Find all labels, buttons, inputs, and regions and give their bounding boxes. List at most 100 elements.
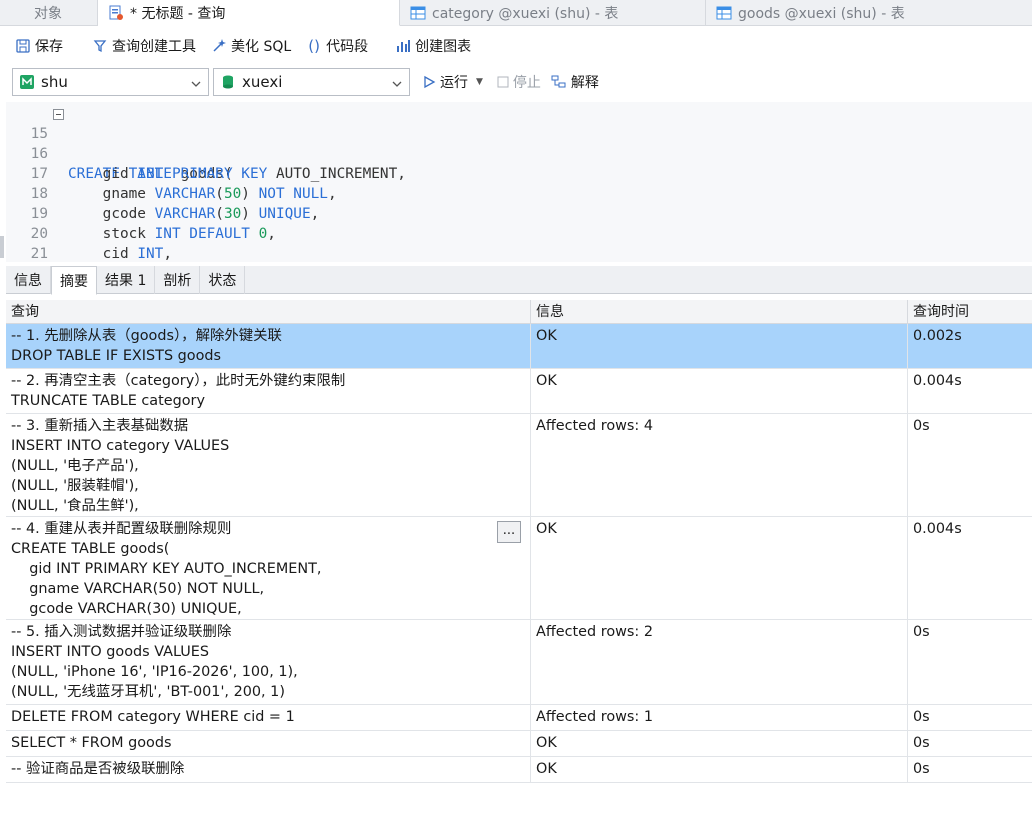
run-dropdown-icon[interactable]: ▼ (476, 77, 483, 87)
database-select[interactable]: xuexi (213, 68, 410, 96)
mysql-connection-icon (19, 74, 35, 90)
connection-value: shu (41, 73, 68, 91)
connection-bar: shu xuexi 运行 ▼ 停止 解释 (0, 66, 1032, 98)
time-cell[interactable]: 0s (908, 414, 1032, 516)
tab-untitled-query[interactable]: * 无标题 - 查询 (98, 0, 400, 26)
editor-line: 18 gcode VARCHAR(30) UNIQUE, (6, 164, 1032, 222)
explain-label: 解释 (570, 75, 599, 91)
info-cell[interactable]: Affected rows: 2 (531, 620, 908, 704)
time-cell[interactable]: 0.004s (908, 369, 1032, 413)
time-cell[interactable]: 0s (908, 731, 1032, 756)
grid-header: 查询 信息 查询时间 (6, 300, 1032, 324)
table-row[interactable]: DELETE FROM category WHERE cid = 1 Affec… (6, 705, 1032, 731)
query-builder-label: 查询创建工具 (112, 39, 196, 55)
tab-category-label: category @xuexi (shu) - 表 (432, 6, 619, 22)
query-builder-icon (91, 37, 109, 55)
save-label: 保存 (35, 39, 63, 55)
splitter-handle[interactable] (0, 236, 4, 258)
query-builder-button[interactable]: 查询创建工具 (87, 32, 200, 60)
table-row[interactable]: -- 2. 再清空主表（category），此时无外键约束限制 TRUNCATE… (6, 369, 1032, 414)
query-cell[interactable]: -- 5. 插入测试数据并验证级联删除 INSERT INTO goods VA… (6, 620, 531, 704)
table-row[interactable]: -- 验证商品是否被级联删除 OK 0s (6, 757, 1032, 783)
tab-category-table[interactable]: category @xuexi (shu) - 表 (400, 0, 706, 26)
editor-line: 15 CREATE TABLE goods( (6, 104, 1032, 182)
tab-summary[interactable]: 摘要 (51, 266, 97, 295)
column-header-time[interactable]: 查询时间 (908, 300, 1032, 324)
beautify-sql-label: 美化 SQL (231, 39, 292, 55)
tab-summary-label: 摘要 (60, 273, 88, 290)
database-value: xuexi (242, 73, 283, 91)
save-icon (14, 37, 32, 55)
tab-status-label: 状态 (208, 273, 237, 289)
tab-info-label: 信息 (14, 273, 42, 289)
info-cell[interactable]: Affected rows: 4 (531, 414, 908, 516)
editor-line: 19 stock INT DEFAULT 0, (6, 184, 1032, 242)
tab-result-1[interactable]: 结果 1 (97, 266, 156, 294)
time-cell[interactable]: 0s (908, 620, 1032, 704)
table-row[interactable]: -- 1. 先删除从表（goods），解除外键关联 DROP TABLE IF … (6, 324, 1032, 369)
editor-line: 20 cid INT, (6, 204, 1032, 262)
column-header-info[interactable]: 信息 (531, 300, 908, 324)
query-cell[interactable]: -- 3. 重新插入主表基础数据 INSERT INTO category VA… (6, 414, 531, 516)
tab-goods-table[interactable]: goods @xuexi (shu) - 表 (706, 0, 1032, 26)
info-cell[interactable]: OK (531, 757, 908, 782)
table-icon (410, 5, 426, 21)
run-label: 运行 (440, 75, 468, 91)
table-row[interactable]: -- 5. 插入测试数据并验证级联删除 INSERT INTO goods VA… (6, 620, 1032, 705)
stop-button[interactable]: 停止 (497, 68, 541, 96)
database-icon (220, 74, 236, 90)
create-chart-label: 创建图表 (415, 39, 472, 55)
play-icon (422, 75, 436, 89)
run-button[interactable]: 运行 ▼ (422, 68, 483, 96)
stop-icon (497, 76, 509, 88)
stop-label: 停止 (512, 75, 541, 91)
tab-info[interactable]: 信息 (6, 266, 51, 294)
tab-result-1-label: 结果 1 (105, 273, 147, 289)
time-cell[interactable]: 0s (908, 705, 1032, 730)
table-row[interactable]: -- 3. 重新插入主表基础数据 INSERT INTO category VA… (6, 414, 1032, 517)
tab-profile[interactable]: 剖析 (155, 266, 201, 294)
fold-toggle-icon[interactable] (53, 109, 64, 120)
chevron-down-icon (190, 76, 202, 94)
connection-select[interactable]: shu (12, 68, 209, 96)
info-cell[interactable]: Affected rows: 1 (531, 705, 908, 730)
query-cell[interactable]: DELETE FROM category WHERE cid = 1 (6, 705, 531, 730)
query-icon (108, 5, 124, 21)
info-cell[interactable]: OK (531, 731, 908, 756)
parentheses-icon: () (308, 37, 321, 55)
expand-cell-button[interactable]: ... (497, 521, 521, 543)
info-cell[interactable]: OK (531, 324, 908, 368)
editor-line: 16 gid INT PRIMARY KEY AUTO_INCREMENT, (6, 124, 1032, 182)
code-snippet-label: 代码段 (326, 39, 369, 55)
beautify-sql-button[interactable]: 美化 SQL (206, 32, 295, 60)
save-button[interactable]: 保存 (10, 32, 67, 60)
tab-objects[interactable]: 对象 (0, 0, 98, 26)
tab-status[interactable]: 状态 (200, 266, 246, 294)
table-row[interactable]: SELECT * FROM goods OK 0s (6, 731, 1032, 757)
create-chart-button[interactable]: 创建图表 (390, 32, 475, 60)
query-cell[interactable]: SELECT * FROM goods (6, 731, 531, 756)
column-header-query[interactable]: 查询 (6, 300, 531, 324)
tab-untitled-query-label: * 无标题 - 查询 (130, 5, 226, 22)
code-snippet-button[interactable]: () 代码段 (301, 32, 372, 60)
tab-profile-label: 剖析 (163, 273, 192, 289)
sql-editor[interactable]: 15 CREATE TABLE goods( 16 gid INT PRIMAR… (6, 102, 1032, 262)
query-cell[interactable]: -- 验证商品是否被级联删除 (6, 757, 531, 782)
result-tab-bar: 信息 摘要 结果 1 剖析 状态 (6, 266, 1032, 295)
query-cell[interactable]: -- 2. 再清空主表（category），此时无外键约束限制 TRUNCATE… (6, 369, 531, 413)
time-cell[interactable]: 0.002s (908, 324, 1032, 368)
query-cell[interactable]: -- 4. 重建从表并配置级联删除规则 CREATE TABLE goods( … (6, 517, 531, 619)
time-cell[interactable]: 0s (908, 757, 1032, 782)
table-icon (716, 5, 732, 21)
document-tab-bar: 对象 * 无标题 - 查询 category @xuexi (shu) - 表 … (0, 0, 1032, 26)
tab-objects-label: 对象 (34, 6, 62, 22)
time-cell[interactable]: 0.004s (908, 517, 1032, 619)
query-cell[interactable]: -- 1. 先删除从表（goods），解除外键关联 DROP TABLE IF … (6, 324, 531, 368)
info-cell[interactable]: OK (531, 517, 908, 619)
explain-icon (551, 74, 567, 90)
info-cell[interactable]: OK (531, 369, 908, 413)
chart-icon (394, 37, 412, 55)
explain-button[interactable]: 解释 (551, 68, 599, 96)
editor-line: 21 CONSTRAINT fk_goods_category (6, 224, 1032, 262)
chevron-down-icon (391, 76, 403, 94)
